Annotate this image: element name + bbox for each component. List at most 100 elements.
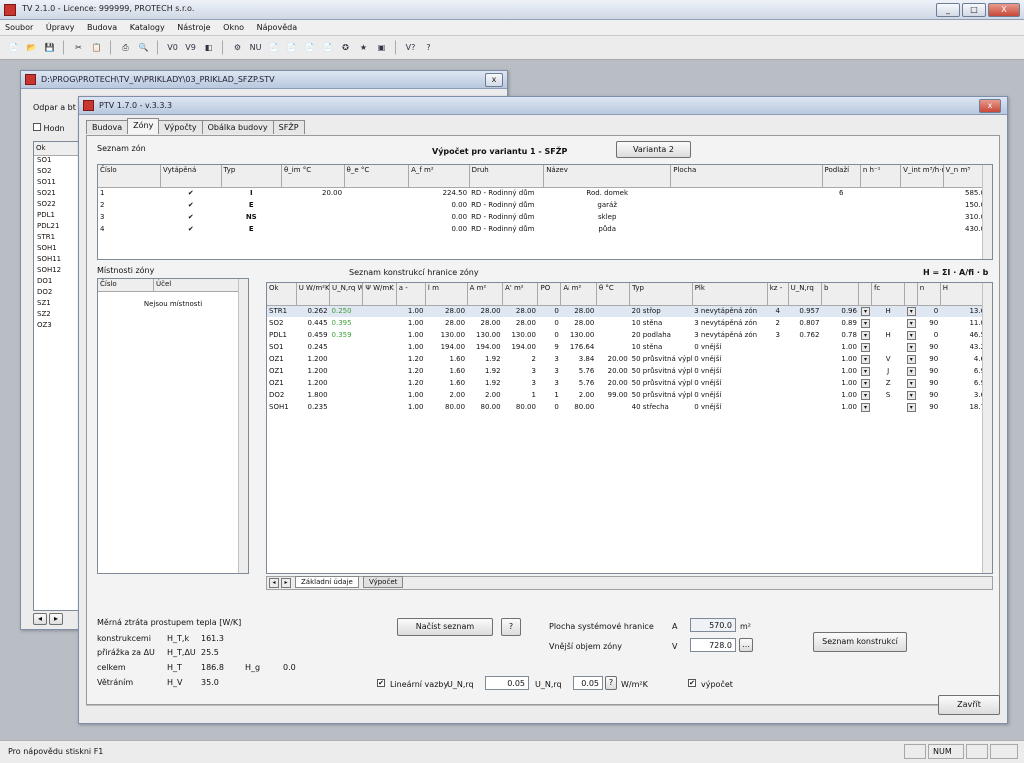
chevron-down-icon[interactable]: ▾ [906, 342, 916, 352]
document-checkbox[interactable]: Hodn [33, 123, 65, 133]
frame-icon[interactable]: ▣ [374, 40, 389, 55]
cons-col-psi[interactable]: Ψ W/mK [362, 283, 397, 306]
zones-col-podlazi[interactable]: Podlaží [822, 165, 861, 188]
chevron-down-icon[interactable]: ▾ [906, 306, 916, 316]
chevron-down-icon[interactable]: ▾ [860, 390, 870, 400]
menu-napoveda[interactable]: Nápověda [252, 20, 303, 35]
table-row[interactable]: OZ1 1.200 1.20 1.60 1.92 2 3 3.84 20.00 50 průsvi… [267, 353, 992, 365]
fc-dropdown[interactable]: ▾ [905, 389, 918, 401]
scroll-left-button[interactable]: ◂ [33, 613, 47, 625]
star-icon[interactable]: ★ [356, 40, 371, 55]
layout-icon[interactable]: ◧ [201, 40, 216, 55]
preview-icon[interactable]: 🔍 [136, 40, 151, 55]
chevron-down-icon[interactable]: ▾ [860, 342, 870, 352]
table-row[interactable]: OZ1 1.200 1.20 1.60 1.92 3 3 5.76 20.00 50 průsvi… [267, 377, 992, 389]
cons-col-area2[interactable]: A' m² [502, 283, 539, 306]
doc-icon[interactable]: 📄 [284, 40, 299, 55]
zones-col-n[interactable]: n h⁻¹ [860, 165, 902, 188]
table-row[interactable]: 1 ✔ I 20.00 224.50 RD - Rodinný dům Rod. domek… [98, 187, 992, 199]
list-item[interactable]: SO11 [34, 178, 78, 189]
cons-col-a[interactable]: a - [396, 283, 426, 306]
linear-checkbox[interactable]: ✔ [377, 678, 385, 687]
list-item[interactable]: DO1 [34, 277, 78, 288]
hscroll-right-button[interactable]: ▸ [281, 578, 291, 588]
chevron-down-icon[interactable]: ▾ [906, 318, 916, 328]
table-row[interactable]: STR1 0.262 0.250 1.00 28.00 28.00 28.00 0 28.00 2… [267, 305, 992, 317]
close-button[interactable]: X [988, 3, 1020, 17]
load-list-button[interactable]: Načíst seznam [397, 618, 493, 636]
tab-vypocet[interactable]: Výpočet [363, 576, 404, 588]
list-item[interactable]: SZ2 [34, 310, 78, 321]
fc-dropdown[interactable]: ▾ [905, 317, 918, 329]
fc-dropdown[interactable]: ▾ [905, 353, 918, 365]
menu-nastroje[interactable]: Nástroje [172, 20, 215, 35]
tab-vypocty[interactable]: Výpočty [158, 120, 203, 134]
table-row[interactable]: PDL1 0.459 0.359 1.00 130.00 130.00 130.00 0 130… [267, 329, 992, 341]
volume-more-button[interactable]: … [739, 638, 753, 652]
context-help-icon[interactable]: V? [403, 40, 418, 55]
constructions-scrollbar[interactable] [982, 283, 992, 573]
list-item[interactable]: SOH12 [34, 266, 78, 277]
menu-katalogy[interactable]: Katalogy [125, 20, 170, 35]
linear-help-button[interactable]: ? [605, 676, 617, 690]
load-help-button[interactable]: ? [501, 618, 521, 636]
cons-col-n[interactable]: n [917, 283, 941, 306]
cons-col-area[interactable]: A m² [467, 283, 504, 306]
zones-col-vint[interactable]: V_int m³/h·m² [900, 165, 944, 188]
settings-icon[interactable]: ⚙ [230, 40, 245, 55]
list-item[interactable]: SO2 [34, 167, 78, 178]
zones-col-nazev[interactable]: Název [543, 165, 672, 188]
chevron-down-icon[interactable]: ▾ [906, 330, 916, 340]
table-row[interactable]: 2 ✔ E 0.00 RD - Rodinný dům garáž 150.00 [98, 199, 992, 211]
fc-dropdown[interactable]: ▾ [905, 365, 918, 377]
tab-zakladni-udaje[interactable]: Základní údaje [295, 576, 359, 588]
zones-col-theta-im[interactable]: θ_im °C [281, 165, 345, 188]
maximize-button[interactable]: □ [962, 3, 986, 17]
help-icon[interactable]: ? [421, 40, 436, 55]
list-item[interactable]: PDL21 [34, 222, 78, 233]
save-icon[interactable]: 💾 [42, 40, 57, 55]
zones-col-theta-e[interactable]: θ_e °C [344, 165, 410, 188]
table-row[interactable]: 3 ✔ NS 0.00 RD - Rodinný dům sklep 310.00 [98, 211, 992, 223]
variant-button[interactable]: Varianta 2 [616, 141, 691, 158]
paste-icon[interactable]: 📋 [89, 40, 104, 55]
open-icon[interactable]: 📂 [24, 40, 39, 55]
b-dropdown[interactable]: ▾ [859, 401, 872, 413]
list-item[interactable]: SOH11 [34, 255, 78, 266]
zones-col-cislo[interactable]: Číslo [98, 165, 162, 188]
zones-col-vytapena[interactable]: Vytápěná [160, 165, 222, 188]
cons-col-ai[interactable]: Aᵢ m² [560, 283, 597, 306]
doc-icon[interactable]: 📄 [266, 40, 281, 55]
b-dropdown[interactable]: ▾ [859, 329, 872, 341]
zones-col-typ[interactable]: Typ [221, 165, 283, 188]
cons-col-u[interactable]: U W/m²K [296, 283, 331, 306]
close-dialog-button[interactable]: Zavřít [938, 695, 1000, 715]
menu-soubor[interactable]: Soubor [0, 20, 38, 35]
volume-input[interactable]: 728.0 [690, 638, 736, 652]
cons-col-ok[interactable]: Ok [267, 283, 297, 306]
tab-zony[interactable]: Zóny [127, 118, 160, 134]
cons-col-fc[interactable]: fc [871, 283, 906, 306]
constructions-list-button[interactable]: Seznam konstrukcí [813, 632, 907, 652]
b-dropdown[interactable]: ▾ [859, 317, 872, 329]
constructions-hscroll[interactable]: ◂ ▸ Základní údaje Výpočet [266, 576, 993, 590]
rooms-col-cislo[interactable]: Číslo [98, 279, 155, 292]
chevron-down-icon[interactable]: ▾ [906, 378, 916, 388]
list-item[interactable]: STR1 [34, 233, 78, 244]
rooms-scrollbar[interactable] [238, 279, 248, 573]
new-icon[interactable]: 📄 [6, 40, 21, 55]
b-dropdown[interactable]: ▾ [859, 377, 872, 389]
table-row[interactable]: SO1 0.245 1.00 194.00 194.00 194.00 9 176.64 10 … [267, 341, 992, 353]
b-dropdown[interactable]: ▾ [859, 341, 872, 353]
b-dropdown[interactable]: ▾ [859, 365, 872, 377]
cons-col-kz[interactable]: kz - [767, 283, 789, 306]
cons-col-po[interactable]: PO [537, 283, 562, 306]
table-row[interactable]: SO2 0.445 0.395 1.00 28.00 28.00 28.00 0 28.00 10… [267, 317, 992, 329]
cons-col-b[interactable]: b [821, 283, 860, 306]
cons-col-un[interactable]: U_N,rq [788, 283, 822, 306]
fc-dropdown[interactable]: ▾ [905, 401, 918, 413]
list-item[interactable]: SO1 [34, 156, 78, 167]
chevron-down-icon[interactable]: ▾ [906, 354, 916, 364]
list-item[interactable]: DO2 [34, 288, 78, 299]
cons-col-typ[interactable]: Typ [629, 283, 693, 306]
